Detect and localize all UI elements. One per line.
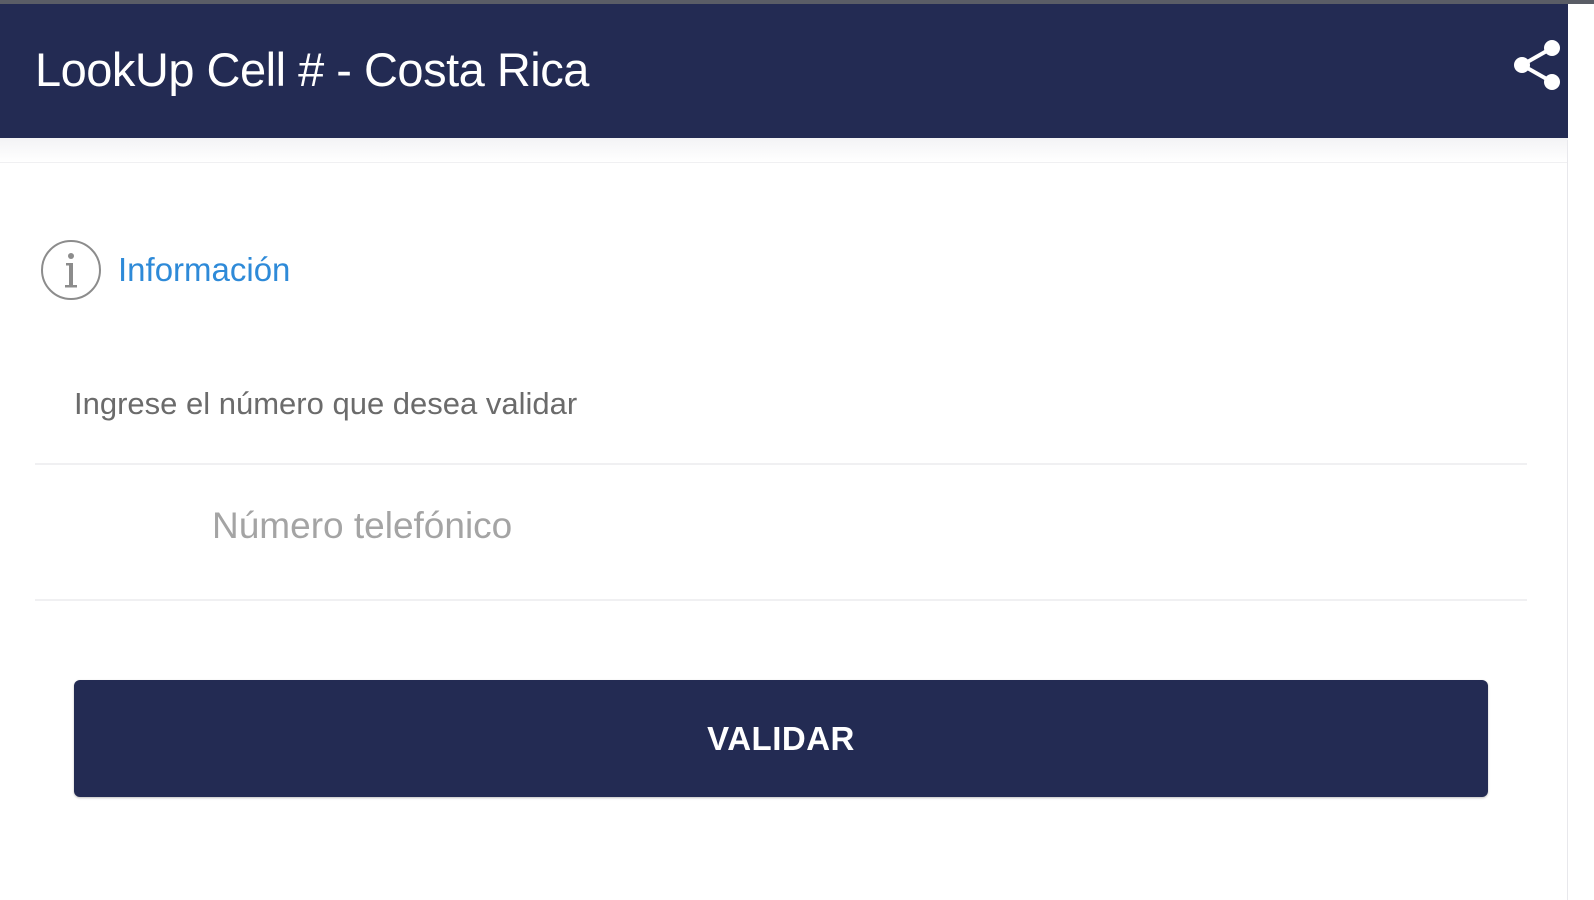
scroll-edge [1567, 140, 1594, 900]
app-header: LookUp Cell # - Costa Rica [0, 4, 1568, 138]
validate-button[interactable]: VALIDAR [74, 680, 1488, 797]
share-button[interactable] [1508, 36, 1566, 94]
share-icon [1514, 40, 1560, 90]
divider [35, 599, 1527, 601]
info-circle-icon [41, 240, 101, 300]
divider [35, 463, 1527, 465]
info-label: Información [118, 251, 291, 288]
phone-prompt-label: Ingrese el número que desea validar [74, 386, 578, 421]
phone-number-input[interactable] [200, 496, 1524, 556]
page-title: LookUp Cell # - Costa Rica [35, 43, 589, 96]
info-link[interactable]: Información [40, 238, 290, 302]
header-shadow [0, 138, 1568, 163]
